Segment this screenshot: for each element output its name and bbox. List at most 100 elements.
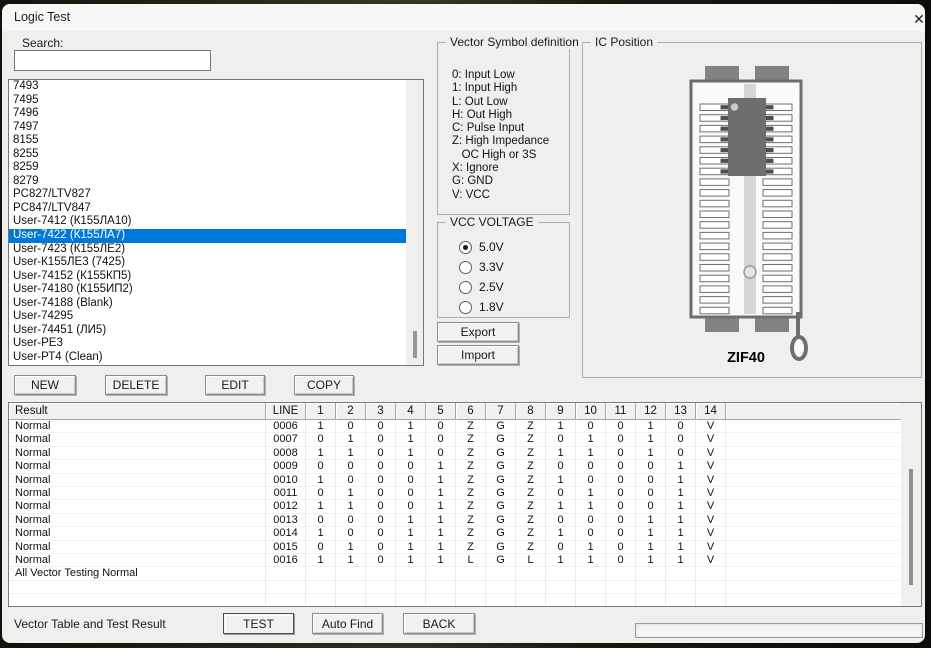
table-row[interactable]: All Vector Testing Normal bbox=[9, 567, 901, 580]
table-cell: 1 bbox=[396, 514, 426, 527]
table-cell: 0 bbox=[366, 447, 396, 460]
export-button[interactable]: Export bbox=[437, 322, 519, 342]
column-header[interactable]: 9 bbox=[546, 403, 576, 420]
radio-label: 3.3V bbox=[479, 260, 504, 274]
vcc-voltage-group: VCC VOLTAGE 5.0V3.3V2.5V1.8V bbox=[437, 222, 570, 318]
edit-button[interactable]: EDIT bbox=[205, 375, 265, 395]
list-item[interactable]: PC847/LTV847 bbox=[9, 202, 423, 216]
list-item[interactable]: User-РЕ3 bbox=[9, 337, 423, 351]
close-icon[interactable]: ✕ bbox=[905, 10, 931, 28]
list-item[interactable]: 8155 bbox=[9, 134, 423, 148]
table-row[interactable]: Normal001300011ZGZ00011V bbox=[9, 514, 901, 527]
table-cell bbox=[426, 567, 456, 580]
column-header[interactable]: 11 bbox=[606, 403, 636, 420]
table-cell: V bbox=[696, 420, 726, 433]
column-header[interactable]: 1 bbox=[306, 403, 336, 420]
table-scrollbar-thumb[interactable] bbox=[909, 469, 913, 585]
copy-button[interactable]: COPY bbox=[294, 375, 354, 395]
table-row[interactable]: Normal001501011ZGZ01011V bbox=[9, 541, 901, 554]
column-header[interactable]: 5 bbox=[426, 403, 456, 420]
column-header[interactable]: 2 bbox=[336, 403, 366, 420]
table-cell: V bbox=[696, 527, 726, 540]
table-cell: 0 bbox=[336, 460, 366, 473]
table-cell: G bbox=[486, 541, 516, 554]
table-cell: 1 bbox=[576, 541, 606, 554]
list-item[interactable]: User-74188 (Blank) bbox=[9, 297, 423, 311]
table-row[interactable]: Normal001010001ZGZ10001V bbox=[9, 474, 901, 487]
title-bar[interactable]: Logic Test ✕ bbox=[2, 4, 925, 31]
list-item[interactable]: PC827/LTV827 bbox=[9, 188, 423, 202]
search-input[interactable] bbox=[14, 50, 211, 71]
table-cell bbox=[726, 433, 901, 446]
auto-find-button[interactable]: Auto Find bbox=[312, 613, 383, 634]
column-header[interactable]: 6 bbox=[456, 403, 486, 420]
column-header[interactable]: LINE bbox=[266, 403, 306, 420]
table-cell bbox=[456, 594, 486, 607]
table-cell: 1 bbox=[306, 527, 336, 540]
radio-icon[interactable] bbox=[459, 301, 472, 314]
list-item[interactable]: 7495 bbox=[9, 94, 423, 108]
column-header[interactable]: 7 bbox=[486, 403, 516, 420]
radio-icon[interactable] bbox=[459, 241, 472, 254]
radio-option-5.0V[interactable]: 5.0V bbox=[459, 237, 504, 257]
table-row[interactable]: Normal000610010ZGZ10010V bbox=[9, 420, 901, 433]
table-cell: 0 bbox=[366, 474, 396, 487]
table-row[interactable] bbox=[9, 581, 901, 594]
listbox-scrollbar[interactable] bbox=[406, 80, 423, 365]
device-listbox[interactable]: 74937495749674978155825582598279PC827/LT… bbox=[8, 79, 424, 366]
table-row[interactable]: Normal001101001ZGZ01001V bbox=[9, 487, 901, 500]
list-item[interactable]: 7493 bbox=[9, 80, 423, 94]
column-header[interactable]: 14 bbox=[696, 403, 726, 420]
list-item[interactable]: User-74451 (ЛИ5) bbox=[9, 324, 423, 338]
table-row[interactable]: Normal001211001ZGZ11001V bbox=[9, 500, 901, 513]
column-header[interactable]: 10 bbox=[576, 403, 606, 420]
table-cell bbox=[726, 420, 901, 433]
list-item[interactable]: 7496 bbox=[9, 107, 423, 121]
listbox-scrollbar-thumb[interactable] bbox=[413, 331, 417, 358]
column-header[interactable]: 8 bbox=[516, 403, 546, 420]
table-cell: Z bbox=[516, 460, 546, 473]
list-item[interactable]: 8259 bbox=[9, 161, 423, 175]
delete-button[interactable]: DELETE bbox=[105, 375, 167, 395]
new-button[interactable]: NEW bbox=[14, 375, 76, 395]
table-cell: Z bbox=[456, 514, 486, 527]
column-header[interactable]: 13 bbox=[666, 403, 696, 420]
list-item[interactable]: 7497 bbox=[9, 121, 423, 135]
import-button[interactable]: Import bbox=[437, 345, 519, 365]
radio-icon[interactable] bbox=[459, 261, 472, 274]
list-item[interactable]: User-К155ЛЕ3 (7425) bbox=[9, 256, 423, 270]
list-item[interactable]: User-РТ4 (Clean) bbox=[9, 351, 423, 365]
table-row[interactable] bbox=[9, 594, 901, 607]
list-item[interactable]: User-7422 (К155ЛА7) bbox=[9, 229, 423, 243]
column-header[interactable]: 3 bbox=[366, 403, 396, 420]
radio-icon[interactable] bbox=[459, 281, 472, 294]
list-item[interactable]: User-7423 (К155ЛЕ2) bbox=[9, 243, 423, 257]
table-row[interactable]: Normal001410011ZGZ10011V bbox=[9, 527, 901, 540]
table-row[interactable]: Normal000701010ZGZ01010V bbox=[9, 433, 901, 446]
list-item[interactable]: 8279 bbox=[9, 175, 423, 189]
list-item[interactable]: 8255 bbox=[9, 148, 423, 162]
table-cell: 1 bbox=[426, 474, 456, 487]
table-cell: 0 bbox=[636, 474, 666, 487]
table-row[interactable]: Normal000900001ZGZ00001V bbox=[9, 460, 901, 473]
table-cell: V bbox=[696, 514, 726, 527]
table-cell: 1 bbox=[666, 487, 696, 500]
column-header[interactable] bbox=[726, 403, 901, 420]
column-header[interactable]: Result bbox=[9, 403, 266, 420]
back-button[interactable]: BACK bbox=[403, 613, 475, 634]
radio-option-1.8V[interactable]: 1.8V bbox=[459, 297, 504, 317]
column-header[interactable]: 4 bbox=[396, 403, 426, 420]
column-header[interactable]: 12 bbox=[636, 403, 666, 420]
table-cell: 0014 bbox=[266, 527, 306, 540]
list-item[interactable]: User-7412 (К155ЛА10) bbox=[9, 215, 423, 229]
radio-option-2.5V[interactable]: 2.5V bbox=[459, 277, 504, 297]
table-cell: Z bbox=[516, 541, 546, 554]
table-scrollbar[interactable] bbox=[901, 403, 921, 606]
table-row[interactable]: Normal001611011LGL11011V bbox=[9, 554, 901, 567]
table-row[interactable]: Normal000811010ZGZ11010V bbox=[9, 447, 901, 460]
list-item[interactable]: User-74152 (К155КП5) bbox=[9, 270, 423, 284]
list-item[interactable]: User-74180 (К155ИП2) bbox=[9, 283, 423, 297]
radio-option-3.3V[interactable]: 3.3V bbox=[459, 257, 504, 277]
list-item[interactable]: User-74295 bbox=[9, 310, 423, 324]
test-button[interactable]: TEST bbox=[223, 613, 294, 634]
